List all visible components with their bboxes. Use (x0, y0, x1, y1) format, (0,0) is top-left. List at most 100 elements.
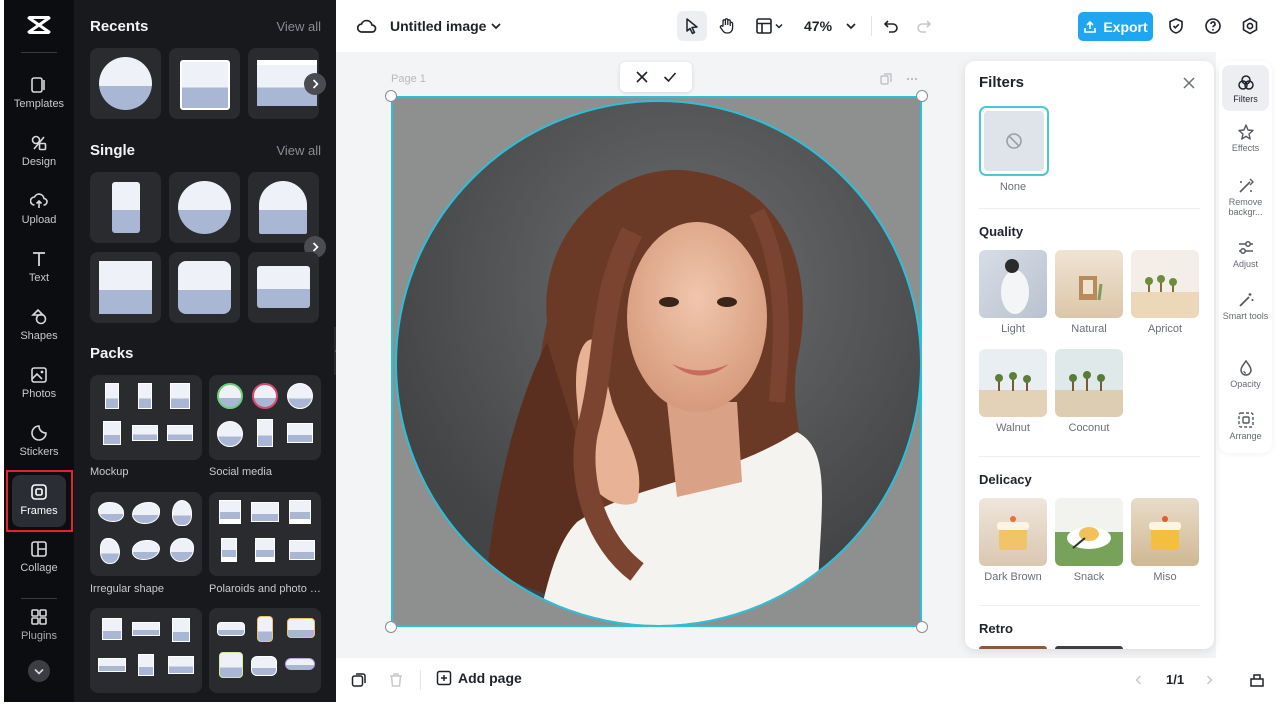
pack-torn-paper[interactable] (90, 608, 202, 693)
recents-view-all-link[interactable]: View all (276, 19, 321, 34)
pack-polaroids[interactable] (209, 492, 321, 576)
rail-expand-button[interactable] (28, 660, 50, 682)
select-tool-button[interactable] (677, 11, 707, 41)
rail-item-effects[interactable]: Effects (1222, 123, 1269, 153)
filter-snack[interactable] (1055, 498, 1123, 566)
adjust-icon (1238, 241, 1253, 254)
rail-item-label: Opacity (1230, 379, 1261, 389)
recents-scroll-right-button[interactable] (304, 73, 326, 95)
add-page-button[interactable]: Add page (436, 670, 522, 686)
capcut-logo-icon[interactable] (26, 12, 52, 38)
section-divider (979, 456, 1200, 457)
zoom-dropdown-button[interactable] (843, 18, 859, 34)
filter-dark-brown[interactable] (979, 498, 1047, 566)
single-view-all-link[interactable]: View all (276, 143, 321, 158)
filter-apricot[interactable] (1131, 250, 1199, 318)
rail-item-filters[interactable]: Filters (1222, 65, 1269, 111)
pack-preview (168, 656, 194, 674)
title-dropdown-button[interactable] (489, 18, 503, 34)
pack-preview (100, 538, 120, 564)
close-filters-button[interactable] (1181, 75, 1197, 91)
single-frame-tall[interactable] (90, 172, 161, 243)
filter-miso[interactable] (1131, 498, 1199, 566)
resize-handle-bottom-left[interactable] (385, 621, 397, 633)
document-title[interactable]: Untitled image (390, 18, 486, 34)
single-frame-circle[interactable] (169, 172, 240, 243)
single-frame-rounded[interactable] (169, 252, 240, 323)
redo-button[interactable] (913, 14, 935, 38)
resize-handle-bottom-right[interactable] (916, 621, 928, 633)
filter-none[interactable] (979, 106, 1049, 176)
portrait-photo-frame[interactable] (395, 100, 920, 625)
rail-item-plugins[interactable]: Plugins (4, 608, 74, 662)
settings-button[interactable] (1239, 15, 1261, 37)
shield-button[interactable] (1165, 15, 1187, 37)
top-bar: Untitled image 47% Export (336, 0, 1280, 52)
pack-preview (132, 540, 160, 560)
rail-item-collage[interactable]: Collage (4, 540, 74, 594)
zoom-level[interactable]: 47% (804, 18, 832, 34)
cancel-crop-button[interactable] (632, 67, 652, 87)
filter-coconut[interactable] (1055, 349, 1123, 417)
rail-item-opacity[interactable]: Opacity (1222, 359, 1269, 389)
pack-mockup[interactable] (90, 375, 202, 460)
rail-item-smart-tools[interactable]: Smart tools (1222, 291, 1269, 321)
packs-title: Packs (90, 345, 134, 362)
page-layers-button[interactable] (350, 671, 368, 689)
next-page-button[interactable] (1202, 672, 1216, 688)
pack-speech-bubble[interactable] (209, 608, 321, 693)
rail-item-templates[interactable]: Templates (4, 76, 74, 130)
pack-preview (257, 419, 273, 447)
recent-frame-circle[interactable] (90, 48, 161, 119)
undo-button[interactable] (880, 14, 902, 38)
rail-item-design[interactable]: Design (4, 134, 74, 188)
rail-item-adjust[interactable]: Adjust (1222, 239, 1269, 269)
rail-item-label: Frames (20, 505, 58, 517)
crop-confirm-toolbar (620, 62, 692, 92)
hand-tool-button[interactable] (712, 11, 742, 41)
bottom-bar: Add page 1/1 (336, 658, 1280, 702)
layout-menu-button[interactable] (750, 11, 790, 41)
filter-preview (997, 516, 1029, 550)
artboard[interactable] (391, 96, 922, 627)
filter-retro-1[interactable] (979, 646, 1047, 649)
single-frame-square[interactable] (90, 252, 161, 323)
rail-item-remove-background[interactable]: Remove backgr... (1222, 177, 1269, 217)
effects-icon (1237, 124, 1254, 140)
filter-walnut[interactable] (979, 349, 1047, 417)
layout-icon (756, 18, 772, 34)
apply-crop-button[interactable] (660, 67, 680, 87)
rail-item-shapes[interactable]: Shapes (4, 308, 74, 362)
filter-retro-2[interactable] (1055, 646, 1123, 649)
recent-frame-folder[interactable] (169, 48, 240, 119)
pack-preview (255, 538, 275, 562)
single-frame-wide[interactable] (248, 252, 319, 323)
resize-handle-top-left[interactable] (385, 90, 397, 102)
filter-light[interactable] (979, 250, 1047, 318)
single-frame-arch[interactable] (248, 172, 319, 243)
more-horizontal-icon (906, 77, 918, 81)
rail-item-photos[interactable]: Photos (4, 366, 74, 420)
cloud-save-button[interactable] (356, 16, 378, 36)
rail-item-upload[interactable]: Upload (4, 192, 74, 246)
pack-irregular-shape[interactable] (90, 492, 202, 576)
help-button[interactable] (1202, 15, 1224, 37)
rail-item-text[interactable]: Text (4, 250, 74, 304)
previous-page-button[interactable] (1132, 672, 1146, 688)
pack-social-media[interactable] (209, 375, 321, 460)
filter-none-preview (984, 111, 1044, 171)
rail-item-frames[interactable]: Frames (4, 470, 74, 532)
section-divider (979, 605, 1200, 606)
resize-handle-top-right[interactable] (916, 90, 928, 102)
duplicate-page-button[interactable] (879, 72, 893, 86)
delete-page-button[interactable] (387, 671, 405, 689)
pack-preview (221, 538, 237, 562)
page-manager-button[interactable] (1248, 671, 1266, 689)
pack-preview (287, 383, 313, 409)
pack-preview (170, 538, 194, 562)
rail-item-arrange[interactable]: Arrange (1222, 411, 1269, 441)
pack-preview (287, 618, 315, 638)
filter-natural[interactable] (1055, 250, 1123, 318)
export-button[interactable]: Export (1078, 12, 1153, 41)
page-more-button[interactable] (905, 72, 919, 86)
